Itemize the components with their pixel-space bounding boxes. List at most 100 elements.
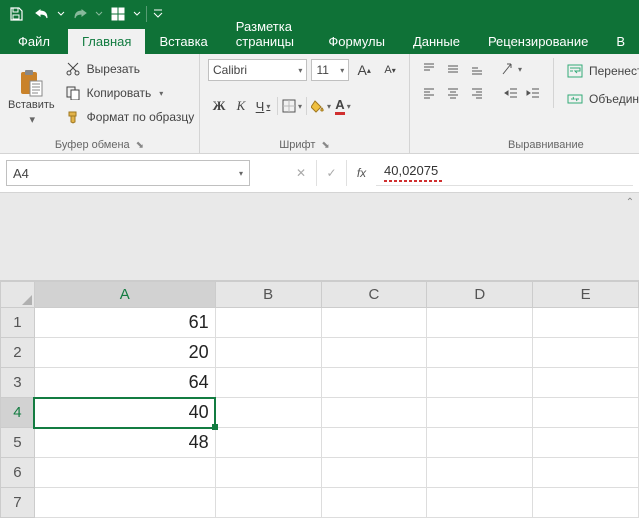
font-size-combo[interactable]: 11▾ <box>311 59 349 81</box>
cell[interactable] <box>215 428 321 458</box>
cell[interactable] <box>321 368 427 398</box>
increase-font-icon[interactable]: A▴ <box>353 59 375 81</box>
align-top-icon[interactable] <box>418 58 440 80</box>
tab-view[interactable]: В <box>602 29 639 54</box>
cut-button[interactable]: Вырезать <box>61 58 199 80</box>
cell[interactable] <box>215 458 321 488</box>
cell[interactable] <box>533 368 639 398</box>
row-header[interactable]: 6 <box>1 458 35 488</box>
column-header-C[interactable]: C <box>321 282 427 308</box>
cut-label: Вырезать <box>87 62 140 76</box>
dialog-launcher-icon[interactable]: ⬊ <box>321 140 329 151</box>
row-header[interactable]: 2 <box>1 338 35 368</box>
column-header-D[interactable]: D <box>427 282 533 308</box>
row-header[interactable]: 7 <box>1 488 35 518</box>
insert-function-icon[interactable]: fx <box>346 160 376 186</box>
increase-indent-icon[interactable] <box>522 82 544 104</box>
redo-icon[interactable] <box>68 3 92 25</box>
align-middle-icon[interactable] <box>442 58 464 80</box>
group-clipboard: Вставить ▾ Вырезать Копировать ▾ Формат … <box>0 54 200 153</box>
redo-dropdown[interactable] <box>94 10 104 18</box>
cell[interactable] <box>427 458 533 488</box>
cell[interactable] <box>533 458 639 488</box>
cell[interactable] <box>533 398 639 428</box>
dialog-launcher-icon[interactable]: ⬊ <box>136 140 144 151</box>
tab-formulas[interactable]: Формулы <box>314 29 399 54</box>
tab-review[interactable]: Рецензирование <box>474 29 602 54</box>
collapse-formula-bar-icon[interactable]: ⌃ <box>623 195 637 209</box>
tab-data[interactable]: Данные <box>399 29 474 54</box>
align-bottom-icon[interactable] <box>466 58 488 80</box>
cell-selected[interactable]: 40 <box>34 398 215 428</box>
enter-formula-icon[interactable]: ✓ <box>316 160 346 186</box>
cancel-formula-icon[interactable]: ✕ <box>286 160 316 186</box>
row-header[interactable]: 5 <box>1 428 35 458</box>
cell[interactable]: 64 <box>34 368 215 398</box>
touch-dropdown[interactable] <box>132 10 142 18</box>
decrease-font-icon[interactable]: A▾ <box>379 59 401 81</box>
row-header[interactable]: 1 <box>1 308 35 338</box>
tab-insert[interactable]: Вставка <box>145 29 221 54</box>
tab-page-layout[interactable]: Разметка страницы <box>222 14 315 54</box>
cell[interactable] <box>321 428 427 458</box>
merge-center-button[interactable]: Объединить и <box>563 88 639 110</box>
undo-icon[interactable] <box>30 3 54 25</box>
quickprint-icon[interactable] <box>106 3 130 25</box>
cell[interactable] <box>321 398 427 428</box>
cell[interactable] <box>427 398 533 428</box>
font-name-combo[interactable]: Calibri▾ <box>208 59 307 81</box>
cell[interactable] <box>215 308 321 338</box>
cell[interactable] <box>427 338 533 368</box>
format-painter-button[interactable]: Формат по образцу <box>61 106 199 128</box>
align-center-icon[interactable] <box>442 82 464 104</box>
formula-input[interactable]: 40,02075 <box>376 160 633 186</box>
fill-color-button[interactable]: ▾ <box>310 95 332 117</box>
cell[interactable]: 48 <box>34 428 215 458</box>
font-color-button[interactable]: A▾ <box>332 95 354 117</box>
cell[interactable]: 61 <box>34 308 215 338</box>
cell[interactable] <box>427 488 533 518</box>
tab-file[interactable]: Файл <box>4 29 68 54</box>
align-left-icon[interactable] <box>418 82 440 104</box>
cell[interactable] <box>321 458 427 488</box>
borders-button[interactable]: ▾ <box>281 95 303 117</box>
row-header[interactable]: 3 <box>1 368 35 398</box>
cell[interactable] <box>215 368 321 398</box>
column-header-E[interactable]: E <box>533 282 639 308</box>
underline-button[interactable]: Ч▾ <box>252 95 274 117</box>
row-header[interactable]: 4 <box>1 398 35 428</box>
cell[interactable] <box>215 398 321 428</box>
save-icon[interactable] <box>4 3 28 25</box>
name-box[interactable]: A4 ▾ <box>6 160 250 186</box>
paste-button[interactable]: Вставить ▾ <box>8 58 55 137</box>
cell[interactable] <box>215 338 321 368</box>
cell[interactable] <box>34 488 215 518</box>
cell[interactable] <box>321 488 427 518</box>
column-header-A[interactable]: A <box>34 282 215 308</box>
orientation-button[interactable]: ▾ <box>500 58 522 80</box>
decrease-indent-icon[interactable] <box>500 82 522 104</box>
cell[interactable] <box>427 308 533 338</box>
column-header-B[interactable]: B <box>215 282 321 308</box>
cell[interactable] <box>427 368 533 398</box>
wrap-text-button[interactable]: Перенести тек <box>563 60 639 82</box>
cell[interactable]: 20 <box>34 338 215 368</box>
cell[interactable] <box>427 428 533 458</box>
select-all-corner[interactable] <box>1 282 35 308</box>
cell[interactable] <box>321 338 427 368</box>
cell[interactable] <box>215 488 321 518</box>
cell[interactable] <box>533 308 639 338</box>
cell[interactable] <box>533 338 639 368</box>
undo-dropdown[interactable] <box>56 10 66 18</box>
qat-customize-icon[interactable] <box>151 3 165 25</box>
cell[interactable] <box>34 458 215 488</box>
cell[interactable] <box>321 308 427 338</box>
scissors-icon <box>65 61 81 77</box>
align-right-icon[interactable] <box>466 82 488 104</box>
tab-home[interactable]: Главная <box>68 29 145 54</box>
copy-button[interactable]: Копировать ▾ <box>61 82 199 104</box>
cell[interactable] <box>533 428 639 458</box>
italic-button[interactable]: К <box>230 95 252 117</box>
bold-button[interactable]: Ж <box>208 95 230 117</box>
cell[interactable] <box>533 488 639 518</box>
